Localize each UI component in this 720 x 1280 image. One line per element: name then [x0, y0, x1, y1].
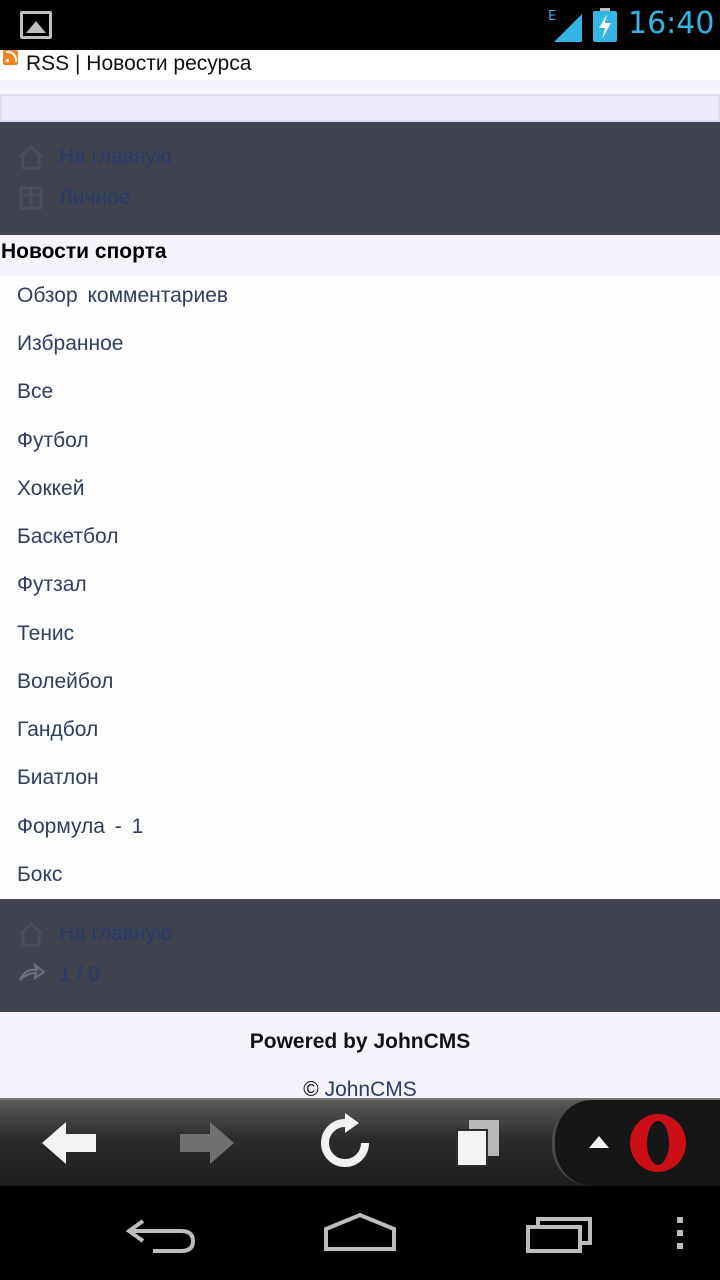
news-category-futsal[interactable]: Футзал	[17, 573, 87, 597]
back-button[interactable]	[30, 1108, 110, 1178]
browser-toolbar	[0, 1098, 720, 1186]
tabs-icon	[456, 1120, 499, 1167]
online-counter-icon	[16, 961, 46, 989]
gallery-notification-icon	[20, 11, 52, 39]
personal-icon	[16, 184, 46, 212]
opera-logo-icon	[630, 1114, 686, 1172]
home-nav-icon	[324, 1212, 396, 1251]
system-nav-bar	[0, 1186, 720, 1280]
copyright-link[interactable]: JohnCMS	[325, 1078, 417, 1098]
rss-link[interactable]: RSS | Новости ресурса	[26, 52, 251, 76]
news-category-all[interactable]: Все	[17, 380, 53, 404]
bottom-menu: На главную 1 / 0	[0, 899, 720, 1012]
forward-button[interactable]	[166, 1108, 246, 1178]
menu-label-personal: Личное	[59, 186, 131, 209]
news-category-favorites[interactable]: Избранное	[17, 332, 123, 356]
rss-icon	[3, 50, 18, 65]
news-category-formula1[interactable]: Формула - 1	[17, 815, 143, 839]
menu-up-icon	[589, 1136, 609, 1148]
news-category-comments[interactable]: Обзор комментариев	[17, 284, 228, 308]
header-strip	[0, 94, 720, 122]
section-title: Новости спорта	[1, 240, 167, 263]
status-time: 16:40	[628, 6, 715, 41]
news-category-basketball[interactable]: Баскетбол	[17, 525, 118, 549]
battery-charging-icon	[593, 8, 617, 42]
menu-label-home-bottom: На главную	[59, 922, 172, 945]
menu-label-home: На главную	[59, 145, 172, 168]
system-recents-button[interactable]	[520, 1208, 600, 1258]
reload-button[interactable]	[305, 1108, 385, 1178]
home-icon	[16, 920, 46, 948]
top-menu: На главную Личное	[0, 122, 720, 235]
news-category-biathlon[interactable]: Биатлон	[17, 766, 99, 790]
rss-bar[interactable]: RSS | Новости ресурса	[0, 50, 720, 80]
news-category-handball[interactable]: Гандбол	[17, 718, 98, 742]
home-icon	[16, 143, 46, 171]
news-category-football[interactable]: Футбол	[17, 429, 89, 453]
back-icon	[42, 1122, 96, 1164]
menu-item-online-counter[interactable]: 1 / 0	[16, 960, 100, 990]
news-category-hockey[interactable]: Хоккей	[17, 477, 84, 501]
web-page[interactable]: RSS | Новости ресурса На главную Личное …	[0, 50, 720, 1098]
reload-icon	[321, 1113, 369, 1167]
opera-menu-zone[interactable]	[552, 1100, 720, 1186]
tabs-button[interactable]	[438, 1108, 518, 1178]
system-home-button[interactable]	[318, 1208, 402, 1258]
back-nav-icon	[125, 1219, 196, 1253]
forward-icon	[180, 1122, 234, 1164]
online-counter-label: 1 / 0	[59, 963, 100, 986]
footer-powered: Powered by JohnCMS	[249, 1030, 471, 1053]
signal-icon: E	[548, 9, 582, 42]
news-category-volleyball[interactable]: Волейбол	[17, 670, 113, 694]
news-category-list: Обзор комментариев Избранное Все Футбол …	[0, 276, 720, 898]
overflow-menu-button[interactable]	[668, 1208, 692, 1258]
news-category-boxing[interactable]: Бокс	[17, 863, 62, 887]
network-type: E	[548, 9, 556, 24]
status-bar: E 16:40	[0, 0, 720, 50]
overflow-menu-icon	[677, 1217, 683, 1249]
system-back-button[interactable]	[120, 1208, 200, 1258]
menu-item-home[interactable]: На главную	[16, 142, 172, 172]
news-category-tennis[interactable]: Тенис	[17, 622, 74, 646]
recents-nav-icon	[526, 1217, 592, 1253]
footer-copyright: © JohnCMS	[0, 1078, 720, 1098]
copyright-symbol: ©	[303, 1078, 319, 1098]
menu-item-personal[interactable]: Личное	[16, 183, 130, 213]
menu-item-home-bottom[interactable]: На главную	[16, 919, 172, 949]
